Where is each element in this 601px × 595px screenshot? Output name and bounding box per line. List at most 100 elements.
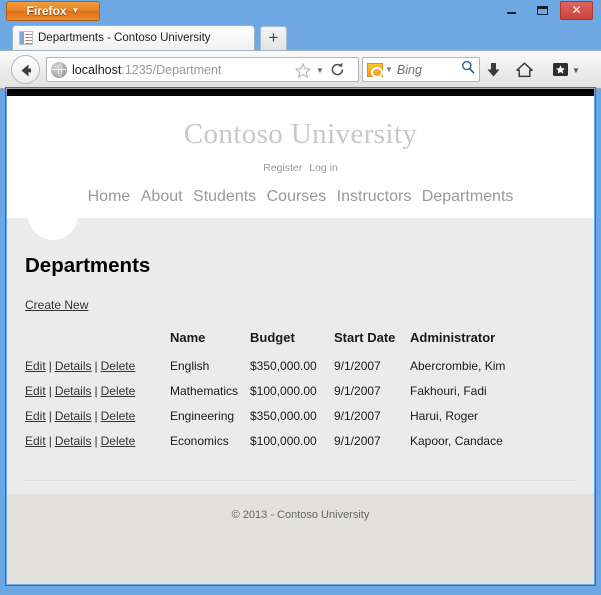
edit-link[interactable]: Edit (25, 384, 46, 398)
navigation-toolbar: localhost:1235/Department ▼ ▼ Bing ▼ (0, 50, 601, 89)
magnifier-glyph (462, 60, 475, 74)
site-brand[interactable]: Contoso University (7, 96, 594, 151)
details-link[interactable]: Details (55, 434, 92, 448)
nav-item-home[interactable]: Home (88, 188, 131, 205)
url-host: localhost (72, 62, 122, 77)
details-link[interactable]: Details (55, 359, 92, 373)
cell-start-date: 9/1/2007 (334, 409, 381, 423)
maximize-button[interactable] (531, 2, 553, 19)
home-button[interactable] (516, 62, 533, 83)
details-link[interactable]: Details (55, 384, 92, 398)
edit-link[interactable]: Edit (25, 409, 46, 423)
table-row: Edit | Details | Delete Mathematics $100,000.0… (25, 379, 505, 404)
cell-name: Mathematics (170, 384, 239, 398)
details-link[interactable]: Details (55, 409, 92, 423)
close-icon: ✕ (571, 3, 582, 17)
url-path: :1235/Department (121, 62, 222, 77)
cell-administrator: Abercrombie, Kim (410, 359, 506, 373)
table-row: Edit | Details | Delete Engineering $350,000.0… (25, 404, 505, 429)
cell-budget: $100,000.00 (250, 434, 317, 448)
login-link[interactable]: Log in (309, 162, 338, 174)
edit-link[interactable]: Edit (25, 434, 46, 448)
column-header-administrator: Administrator (410, 330, 496, 345)
action-separator: | (48, 359, 52, 373)
minimize-icon (506, 12, 516, 14)
chevron-down-icon: ▼ (71, 6, 80, 15)
minimize-button[interactable] (500, 2, 522, 19)
browser-tab[interactable]: Departments - Contoso University (12, 25, 255, 50)
web-page: Contoso University Register Log in Home … (7, 96, 594, 584)
nav-item-instructors[interactable]: Instructors (337, 188, 412, 205)
site-header: Contoso University Register Log in Home … (7, 96, 594, 218)
cell-start-date: 9/1/2007 (334, 359, 381, 373)
home-icon (516, 62, 533, 78)
search-bar[interactable]: ▼ Bing (362, 57, 480, 82)
row-actions: Edit | Details | Delete (25, 354, 170, 379)
page-title: Departments (25, 254, 151, 277)
bookmarks-button[interactable] (552, 62, 569, 82)
page-viewport: Contoso University Register Log in Home … (7, 89, 594, 584)
departments-table: Name Budget Start Date Administrator Edi… (25, 330, 505, 454)
browser-window: Firefox ▼ ✕ Departments - Contoso Univers… (0, 0, 601, 595)
bookmarks-star-box-icon (553, 63, 568, 76)
title-bar: Firefox ▼ ✕ (0, 0, 601, 22)
favicon-icon (19, 31, 33, 45)
action-separator: | (48, 409, 52, 423)
table-header: Name Budget Start Date Administrator (25, 330, 505, 354)
cell-start-date: 9/1/2007 (334, 434, 381, 448)
action-separator: | (94, 384, 98, 398)
cell-start-date: 9/1/2007 (334, 384, 381, 398)
cell-name: Engineering (170, 409, 235, 423)
edit-link[interactable]: Edit (25, 359, 46, 373)
back-button[interactable] (11, 55, 40, 84)
delete-link[interactable]: Delete (101, 384, 136, 398)
chevron-down-icon[interactable]: ▼ (316, 66, 324, 75)
tab-strip: Departments - Contoso University + (0, 22, 601, 50)
downloads-button[interactable] (486, 62, 501, 83)
firefox-menu-button[interactable]: Firefox ▼ (6, 1, 100, 21)
delete-link[interactable]: Delete (101, 434, 136, 448)
plus-icon: + (268, 28, 279, 47)
table-row: Edit | Details | Delete Economics $100,000.00 9… (25, 429, 505, 454)
action-separator: | (94, 409, 98, 423)
row-actions: Edit | Details | Delete (25, 379, 170, 404)
chevron-down-icon[interactable]: ▼ (385, 65, 393, 74)
delete-link[interactable]: Delete (101, 409, 136, 423)
table-header-row: Name Budget Start Date Administrator (25, 330, 505, 354)
delete-link[interactable]: Delete (101, 359, 136, 373)
table-body: Edit | Details | Delete English $350,000.00 9/1… (25, 354, 505, 454)
row-actions: Edit | Details | Delete (25, 429, 170, 454)
nav-item-courses[interactable]: Courses (267, 188, 327, 205)
search-icon[interactable] (461, 60, 475, 79)
column-header-start-date: Start Date (334, 330, 396, 345)
close-button[interactable]: ✕ (560, 1, 593, 20)
address-bar[interactable]: localhost:1235/Department (46, 57, 359, 82)
back-arrow-icon (21, 64, 31, 77)
create-new-link[interactable]: Create New (25, 298, 88, 312)
new-tab-button[interactable]: + (260, 26, 287, 50)
url-text: localhost:1235/Department (72, 63, 221, 77)
reload-button[interactable] (330, 62, 345, 82)
cell-budget: $100,000.00 (250, 384, 317, 398)
table-row: Edit | Details | Delete English $350,000.00 9/1… (25, 354, 505, 379)
row-actions: Edit | Details | Delete (25, 404, 170, 429)
maximize-icon (536, 6, 548, 15)
cell-administrator: Kapoor, Candace (410, 434, 503, 448)
chevron-down-icon[interactable]: ▼ (572, 66, 580, 75)
cell-budget: $350,000.00 (250, 409, 317, 423)
bookmark-star-icon[interactable] (294, 62, 312, 83)
firefox-menu-label: Firefox (26, 4, 67, 18)
star-glyph (294, 62, 312, 79)
column-header-budget: Budget (250, 330, 295, 345)
column-header-actions (25, 330, 170, 354)
column-header-name: Name (170, 330, 206, 345)
register-link[interactable]: Register (263, 162, 302, 174)
cell-administrator: Harui, Roger (410, 409, 479, 423)
page-body: Departments Create New Name Budget Start… (7, 184, 594, 584)
reload-icon (331, 62, 344, 76)
nav-item-students[interactable]: Students (193, 188, 256, 205)
nav-item-about[interactable]: About (141, 188, 183, 205)
footer-divider (25, 480, 576, 481)
nav-item-departments[interactable]: Departments (422, 188, 514, 205)
search-input[interactable]: Bing (397, 63, 461, 77)
